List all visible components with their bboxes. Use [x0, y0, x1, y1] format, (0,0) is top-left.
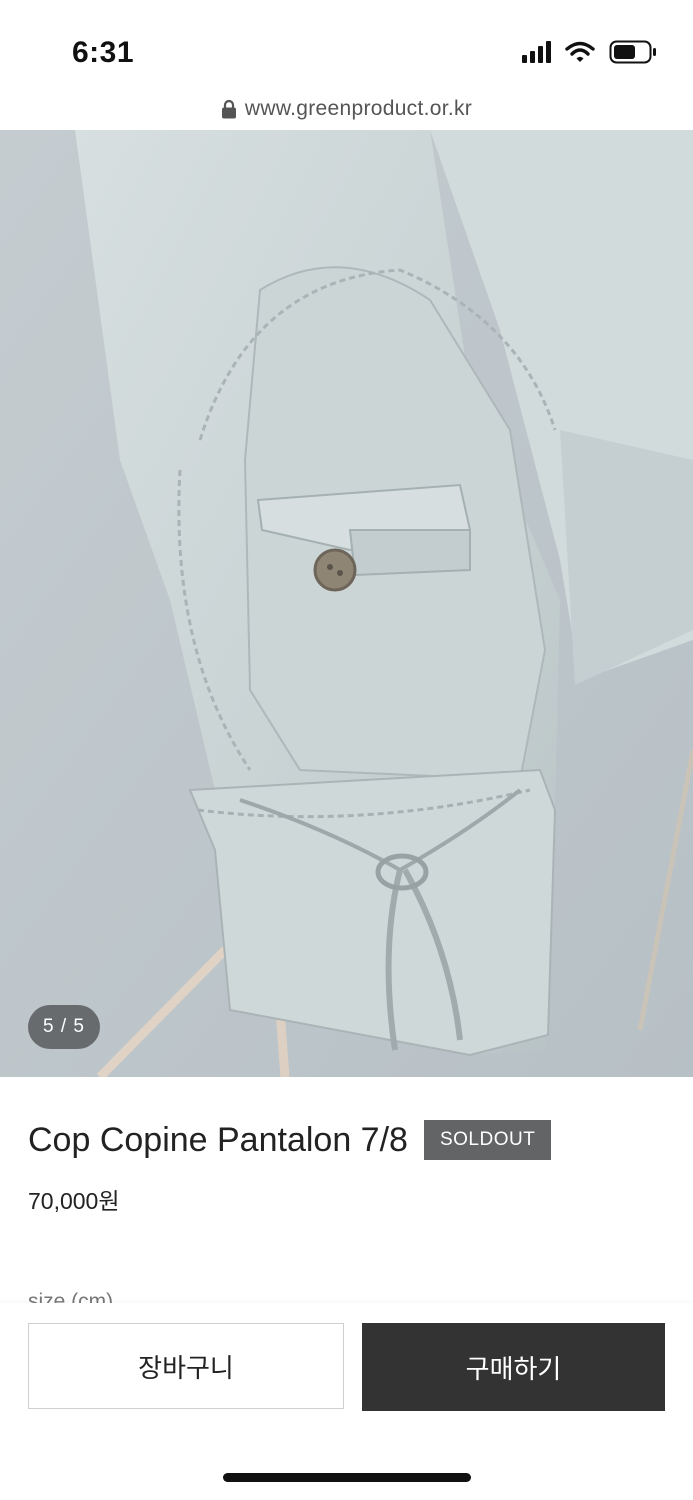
product-price: 70,000원 [28, 1188, 120, 1214]
product-photo [0, 130, 693, 1077]
status-time: 6:31 [72, 36, 135, 69]
home-indicator[interactable] [223, 1473, 471, 1482]
bottom-action-bar: 장바구니 구매하기 [0, 1303, 693, 1500]
soldout-badge: SOLDOUT [423, 1120, 552, 1160]
buy-now-button[interactable]: 구매하기 [362, 1323, 665, 1411]
add-to-cart-button[interactable]: 장바구니 [28, 1323, 344, 1409]
image-counter: 5 / 5 [28, 1005, 100, 1049]
url-text: www.greenproduct.or.kr [244, 97, 473, 120]
battery-icon [609, 40, 656, 64]
cellular-signal-icon [522, 41, 551, 63]
status-icons [522, 40, 657, 64]
size-section-label: size (cm) [28, 1290, 114, 1304]
product-image[interactable] [0, 130, 693, 1077]
lock-icon [221, 99, 236, 119]
address-bar[interactable]: www.greenproduct.or.kr [0, 88, 693, 130]
status-bar: 6:31 [0, 0, 693, 92]
wifi-icon [565, 41, 595, 62]
product-title: Cop Copine Pantalon 7/8 [28, 1120, 408, 1159]
product-title-row: Cop Copine Pantalon 7/8 SOLDOUT [28, 1120, 552, 1160]
